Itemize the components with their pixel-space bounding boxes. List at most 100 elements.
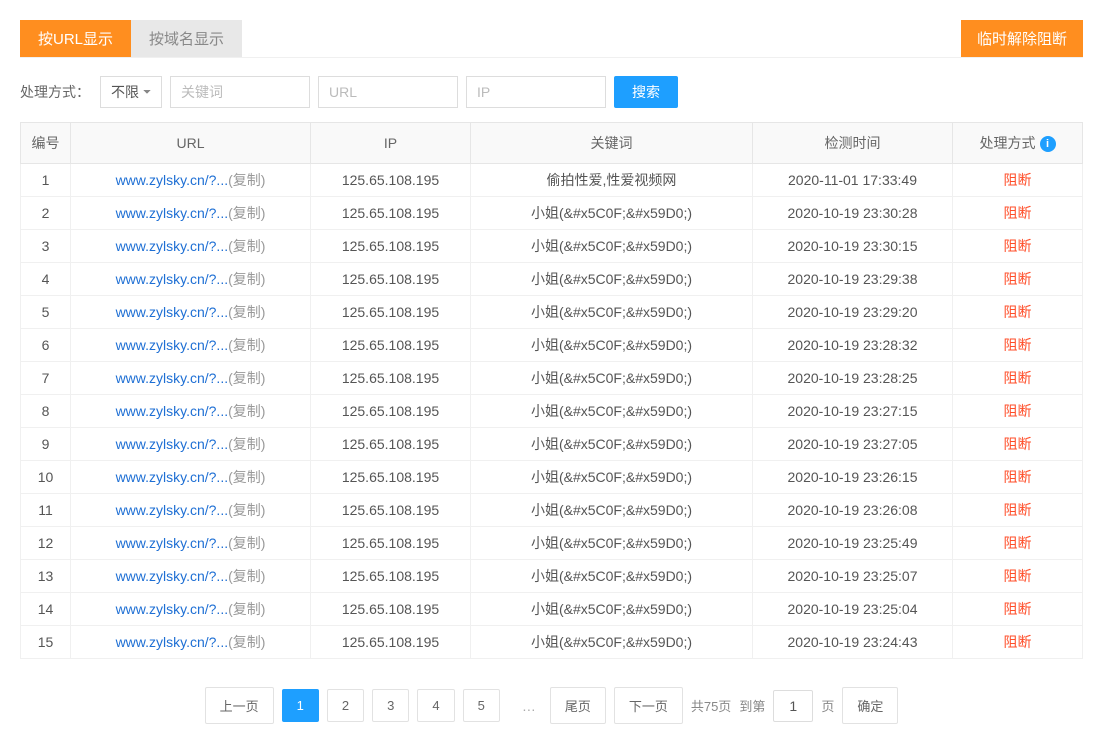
- url-link[interactable]: www.zylsky.cn/?...: [116, 502, 229, 518]
- cell-time: 2020-10-19 23:30:28: [753, 197, 953, 230]
- block-action[interactable]: 阻断: [1004, 271, 1032, 287]
- url-link[interactable]: www.zylsky.cn/?...: [116, 205, 229, 221]
- info-icon[interactable]: i: [1040, 136, 1056, 152]
- page-number-button[interactable]: 3: [372, 689, 409, 722]
- page-number-button[interactable]: 1: [282, 689, 319, 722]
- copy-link[interactable]: (复制): [228, 601, 265, 617]
- goto-page-button[interactable]: 确定: [842, 687, 898, 724]
- url-link[interactable]: www.zylsky.cn/?...: [116, 304, 229, 320]
- col-header-keyword: 关键词: [471, 123, 753, 164]
- block-action[interactable]: 阻断: [1004, 634, 1032, 650]
- cell-no: 4: [21, 263, 71, 296]
- filter-bar: 处理方式： 不限 搜索: [20, 76, 1083, 108]
- block-action[interactable]: 阻断: [1004, 238, 1032, 254]
- url-link[interactable]: www.zylsky.cn/?...: [116, 535, 229, 551]
- url-link[interactable]: www.zylsky.cn/?...: [116, 436, 229, 452]
- url-link[interactable]: www.zylsky.cn/?...: [116, 370, 229, 386]
- cell-ip: 125.65.108.195: [311, 230, 471, 263]
- copy-link[interactable]: (复制): [228, 205, 265, 221]
- url-link[interactable]: www.zylsky.cn/?...: [116, 238, 229, 254]
- temp-unblock-button[interactable]: 临时解除阻断: [961, 20, 1083, 57]
- block-action[interactable]: 阻断: [1004, 304, 1032, 320]
- cell-url: www.zylsky.cn/?...(复制): [71, 593, 311, 626]
- block-action[interactable]: 阻断: [1004, 469, 1032, 485]
- url-link[interactable]: www.zylsky.cn/?...: [116, 634, 229, 650]
- method-select[interactable]: 不限: [100, 76, 162, 108]
- block-action[interactable]: 阻断: [1004, 436, 1032, 452]
- copy-link[interactable]: (复制): [228, 469, 265, 485]
- copy-link[interactable]: (复制): [228, 436, 265, 452]
- pagination: 上一页 12345 … 尾页 下一页 共75页 到第 页 确定: [20, 687, 1083, 724]
- ip-input[interactable]: [466, 76, 606, 108]
- cell-url: www.zylsky.cn/?...(复制): [71, 230, 311, 263]
- block-action[interactable]: 阻断: [1004, 172, 1032, 188]
- block-action[interactable]: 阻断: [1004, 205, 1032, 221]
- page-number-button[interactable]: 2: [327, 689, 364, 722]
- cell-url: www.zylsky.cn/?...(复制): [71, 494, 311, 527]
- cell-action: 阻断: [953, 362, 1083, 395]
- cell-ip: 125.65.108.195: [311, 296, 471, 329]
- cell-keyword: 小姐(&#x5C0F;&#x59D0;): [471, 263, 753, 296]
- prev-page-button[interactable]: 上一页: [205, 687, 274, 724]
- table-row: 8www.zylsky.cn/?...(复制)125.65.108.195小姐(…: [21, 395, 1083, 428]
- tab-domain-view[interactable]: 按域名显示: [131, 20, 242, 57]
- page-number-button[interactable]: 5: [463, 689, 500, 722]
- block-action[interactable]: 阻断: [1004, 502, 1032, 518]
- col-header-time: 检测时间: [753, 123, 953, 164]
- cell-action: 阻断: [953, 296, 1083, 329]
- block-action[interactable]: 阻断: [1004, 370, 1032, 386]
- copy-link[interactable]: (复制): [228, 502, 265, 518]
- block-action[interactable]: 阻断: [1004, 568, 1032, 584]
- keyword-input[interactable]: [170, 76, 310, 108]
- table-row: 10www.zylsky.cn/?...(复制)125.65.108.195小姐…: [21, 461, 1083, 494]
- block-action[interactable]: 阻断: [1004, 535, 1032, 551]
- page-number-input[interactable]: [773, 690, 813, 722]
- block-action[interactable]: 阻断: [1004, 403, 1032, 419]
- cell-time: 2020-10-19 23:25:07: [753, 560, 953, 593]
- copy-link[interactable]: (复制): [228, 403, 265, 419]
- page-number-button[interactable]: 4: [417, 689, 454, 722]
- copy-link[interactable]: (复制): [228, 337, 265, 353]
- copy-link[interactable]: (复制): [228, 535, 265, 551]
- cell-ip: 125.65.108.195: [311, 197, 471, 230]
- copy-link[interactable]: (复制): [228, 568, 265, 584]
- copy-link[interactable]: (复制): [228, 370, 265, 386]
- cell-ip: 125.65.108.195: [311, 428, 471, 461]
- cell-ip: 125.65.108.195: [311, 263, 471, 296]
- cell-ip: 125.65.108.195: [311, 527, 471, 560]
- next-page-button[interactable]: 下一页: [614, 687, 683, 724]
- results-table: 编号 URL IP 关键词 检测时间 处理方式i 1www.zylsky.cn/…: [20, 122, 1083, 659]
- url-input[interactable]: [318, 76, 458, 108]
- tab-url-view[interactable]: 按URL显示: [20, 20, 131, 57]
- copy-link[interactable]: (复制): [228, 634, 265, 650]
- cell-action: 阻断: [953, 560, 1083, 593]
- last-page-button[interactable]: 尾页: [550, 687, 606, 724]
- copy-link[interactable]: (复制): [228, 172, 265, 188]
- cell-time: 2020-10-19 23:29:20: [753, 296, 953, 329]
- cell-action: 阻断: [953, 230, 1083, 263]
- url-link[interactable]: www.zylsky.cn/?...: [116, 568, 229, 584]
- cell-ip: 125.65.108.195: [311, 362, 471, 395]
- copy-link[interactable]: (复制): [228, 304, 265, 320]
- url-link[interactable]: www.zylsky.cn/?...: [116, 469, 229, 485]
- copy-link[interactable]: (复制): [228, 238, 265, 254]
- cell-no: 5: [21, 296, 71, 329]
- cell-time: 2020-11-01 17:33:49: [753, 164, 953, 197]
- url-link[interactable]: www.zylsky.cn/?...: [116, 172, 229, 188]
- copy-link[interactable]: (复制): [228, 271, 265, 287]
- table-row: 6www.zylsky.cn/?...(复制)125.65.108.195小姐(…: [21, 329, 1083, 362]
- url-link[interactable]: www.zylsky.cn/?...: [116, 271, 229, 287]
- block-action[interactable]: 阻断: [1004, 337, 1032, 353]
- search-button[interactable]: 搜索: [614, 76, 678, 108]
- cell-no: 15: [21, 626, 71, 659]
- cell-keyword: 偷拍性爱,性爱视频网: [471, 164, 753, 197]
- cell-keyword: 小姐(&#x5C0F;&#x59D0;): [471, 527, 753, 560]
- url-link[interactable]: www.zylsky.cn/?...: [116, 337, 229, 353]
- cell-url: www.zylsky.cn/?...(复制): [71, 527, 311, 560]
- table-row: 9www.zylsky.cn/?...(复制)125.65.108.195小姐(…: [21, 428, 1083, 461]
- cell-time: 2020-10-19 23:24:43: [753, 626, 953, 659]
- block-action[interactable]: 阻断: [1004, 601, 1032, 617]
- cell-time: 2020-10-19 23:29:38: [753, 263, 953, 296]
- url-link[interactable]: www.zylsky.cn/?...: [116, 403, 229, 419]
- url-link[interactable]: www.zylsky.cn/?...: [116, 601, 229, 617]
